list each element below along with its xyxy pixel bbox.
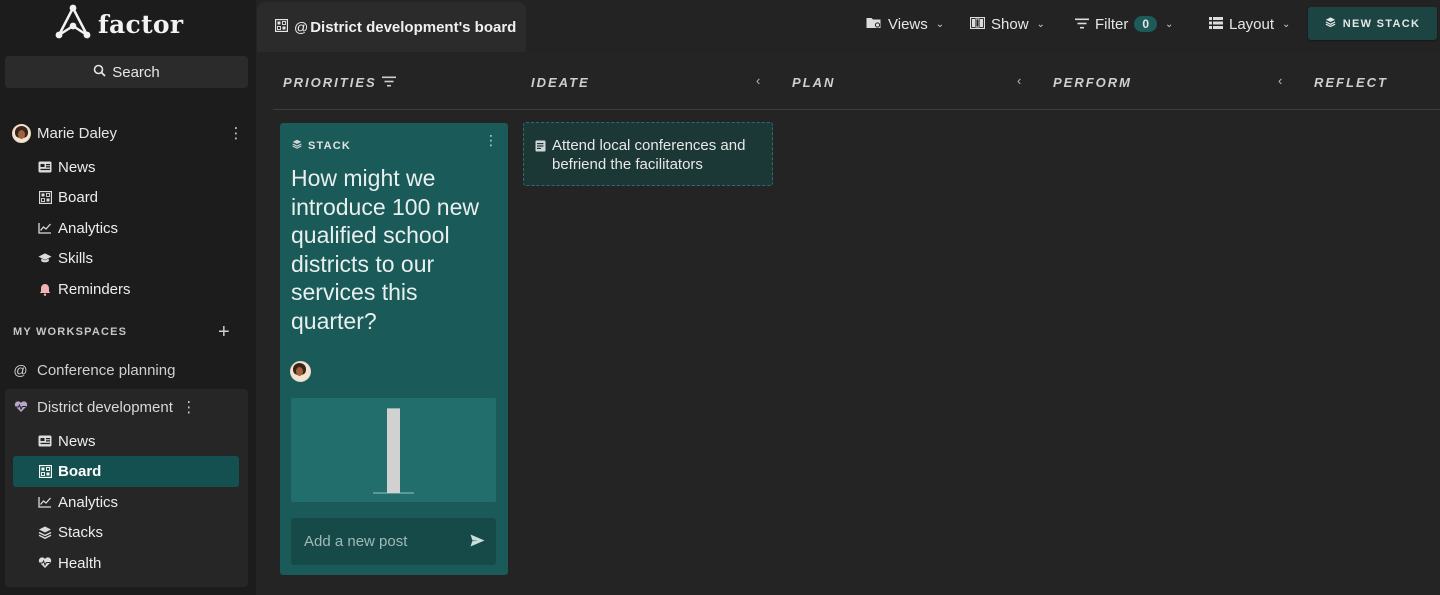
search-button[interactable]: Search	[5, 56, 248, 88]
nav-item-news[interactable]: News	[38, 155, 96, 179]
nav-label: News	[58, 158, 96, 176]
views-label: Views	[888, 15, 928, 33]
user-name: Marie Daley	[37, 124, 118, 142]
column-title-reflect: REFLECT	[1314, 75, 1388, 90]
column-title-perform: PERFORM	[1053, 75, 1132, 90]
filter-label: Filter	[1095, 15, 1129, 33]
collapse-column-chevron-left-icon[interactable]: ‹	[756, 73, 760, 88]
ws-nav-item-news[interactable]: News	[38, 429, 96, 453]
new-stack-label: NEW STACK	[1342, 17, 1421, 30]
ws-nav-item-analytics[interactable]: Analytics	[38, 490, 118, 514]
workspace-label: District development	[37, 398, 173, 416]
nav-label: Skills	[58, 249, 94, 267]
newspaper-icon	[38, 160, 52, 174]
workspaces-section-title: MY WORKSPACES	[13, 326, 128, 338]
chevron-down-icon: ⌄	[1036, 18, 1045, 30]
ws-nav-item-health[interactable]: Health	[38, 551, 101, 575]
collapse-column-chevron-left-icon[interactable]: ‹	[1278, 73, 1282, 88]
nav-item-analytics[interactable]: Analytics	[38, 216, 118, 240]
tab-title: District development's board	[310, 18, 517, 36]
stack-label-text: STACK	[308, 139, 352, 152]
heart-pulse-icon	[12, 401, 29, 413]
nav-label: Reminders	[58, 280, 131, 298]
nav-label: Stacks	[58, 523, 104, 541]
nav-label: Analytics	[58, 219, 119, 237]
post-text: Attend local conferences and befriend th…	[552, 137, 746, 173]
board-grid-icon	[38, 190, 52, 204]
show-dropdown[interactable]: Show ⌄	[969, 12, 1045, 36]
workspace-menu-kebab-icon[interactable]: ⋮	[181, 400, 197, 415]
show-label: Show	[991, 15, 1029, 33]
nav-label: Board	[58, 188, 99, 206]
filter-dropdown[interactable]: Filter 0 ⌄	[1075, 12, 1173, 36]
folder-cog-icon	[866, 16, 882, 33]
new-stack-button[interactable]: NEW STACK	[1308, 7, 1437, 40]
stack-progress-bar	[387, 408, 400, 493]
board-grid-icon	[274, 18, 289, 36]
search-icon	[93, 64, 106, 81]
chart-line-icon	[38, 495, 52, 509]
nav-label: Health	[58, 554, 102, 572]
sidebar: factor Search Marie Daley ⋮ News Board A…	[0, 0, 256, 595]
layers-icon	[1325, 17, 1336, 30]
chevron-down-icon: ⌄	[1282, 18, 1291, 30]
layers-icon	[292, 139, 302, 152]
board-tab[interactable]: @ District development's board	[257, 2, 526, 52]
post-document-icon	[535, 139, 546, 156]
ws-nav-item-board[interactable]: Board	[38, 459, 101, 483]
chevron-down-icon: ⌄	[935, 18, 945, 30]
chart-line-icon	[38, 221, 52, 235]
user-profile-row[interactable]: Marie Daley ⋮	[12, 120, 244, 146]
avatar	[290, 361, 311, 382]
chevron-down-icon: ⌄	[1165, 18, 1174, 30]
heart-pulse-icon	[38, 556, 52, 570]
columns-header	[273, 60, 1440, 110]
nav-item-reminders[interactable]: Reminders	[38, 277, 131, 301]
nav-item-skills[interactable]: Skills	[38, 246, 93, 270]
stack-label: STACK	[292, 139, 351, 152]
app-logo[interactable]: factor	[54, 4, 184, 44]
columns-icon	[969, 16, 986, 33]
add-post-placeholder: Add a new post	[304, 533, 408, 550]
filter-count-badge: 0	[1134, 16, 1158, 32]
search-label: Search	[112, 63, 160, 81]
column-title-ideate: IDEATE	[531, 75, 590, 90]
stack-question: How might we introduce 100 new qualified…	[291, 165, 479, 334]
filter-lines-icon	[1075, 16, 1089, 33]
layout-label: Layout	[1229, 15, 1275, 33]
collapse-column-chevron-left-icon[interactable]: ‹	[1017, 73, 1021, 88]
board-grid-icon	[38, 464, 52, 478]
bell-icon	[38, 282, 52, 296]
layout-dropdown[interactable]: Layout ⌄	[1209, 12, 1290, 36]
workspace-conference-planning[interactable]: @ Conference planning	[12, 357, 175, 383]
workspace-district-development[interactable]: District development ⋮	[12, 394, 201, 420]
views-dropdown[interactable]: Views ⌄	[866, 12, 944, 36]
list-layout-icon	[1209, 16, 1223, 33]
stack-progress-chart	[291, 398, 496, 502]
at-icon: @	[294, 19, 309, 35]
nav-item-board[interactable]: Board	[38, 185, 98, 209]
stack-menu-kebab-icon[interactable]: ⋮	[484, 132, 498, 149]
workspace-label: Conference planning	[37, 361, 176, 379]
stack-owner-avatar[interactable]	[290, 361, 311, 382]
add-workspace-plus-icon[interactable]: +	[218, 322, 230, 342]
sort-icon[interactable]	[382, 74, 396, 91]
column-title-priorities: PRIORITIES	[283, 75, 377, 90]
send-icon[interactable]	[470, 534, 485, 551]
logo-network-icon	[54, 4, 92, 44]
graduation-cap-icon	[38, 251, 52, 265]
nav-label: Analytics	[58, 493, 119, 511]
nav-label: Board	[58, 462, 102, 480]
ws-nav-item-stacks[interactable]: Stacks	[38, 520, 103, 544]
layers-icon	[38, 525, 52, 539]
newspaper-icon	[38, 434, 52, 448]
nav-label: News	[58, 432, 96, 450]
at-icon: @	[13, 362, 28, 378]
avatar	[12, 123, 31, 143]
add-post-input[interactable]: Add a new post	[291, 518, 496, 565]
logo-text: factor	[98, 9, 184, 39]
user-menu-kebab-icon[interactable]: ⋮	[228, 126, 244, 141]
column-title-plan: PLAN	[792, 75, 836, 90]
